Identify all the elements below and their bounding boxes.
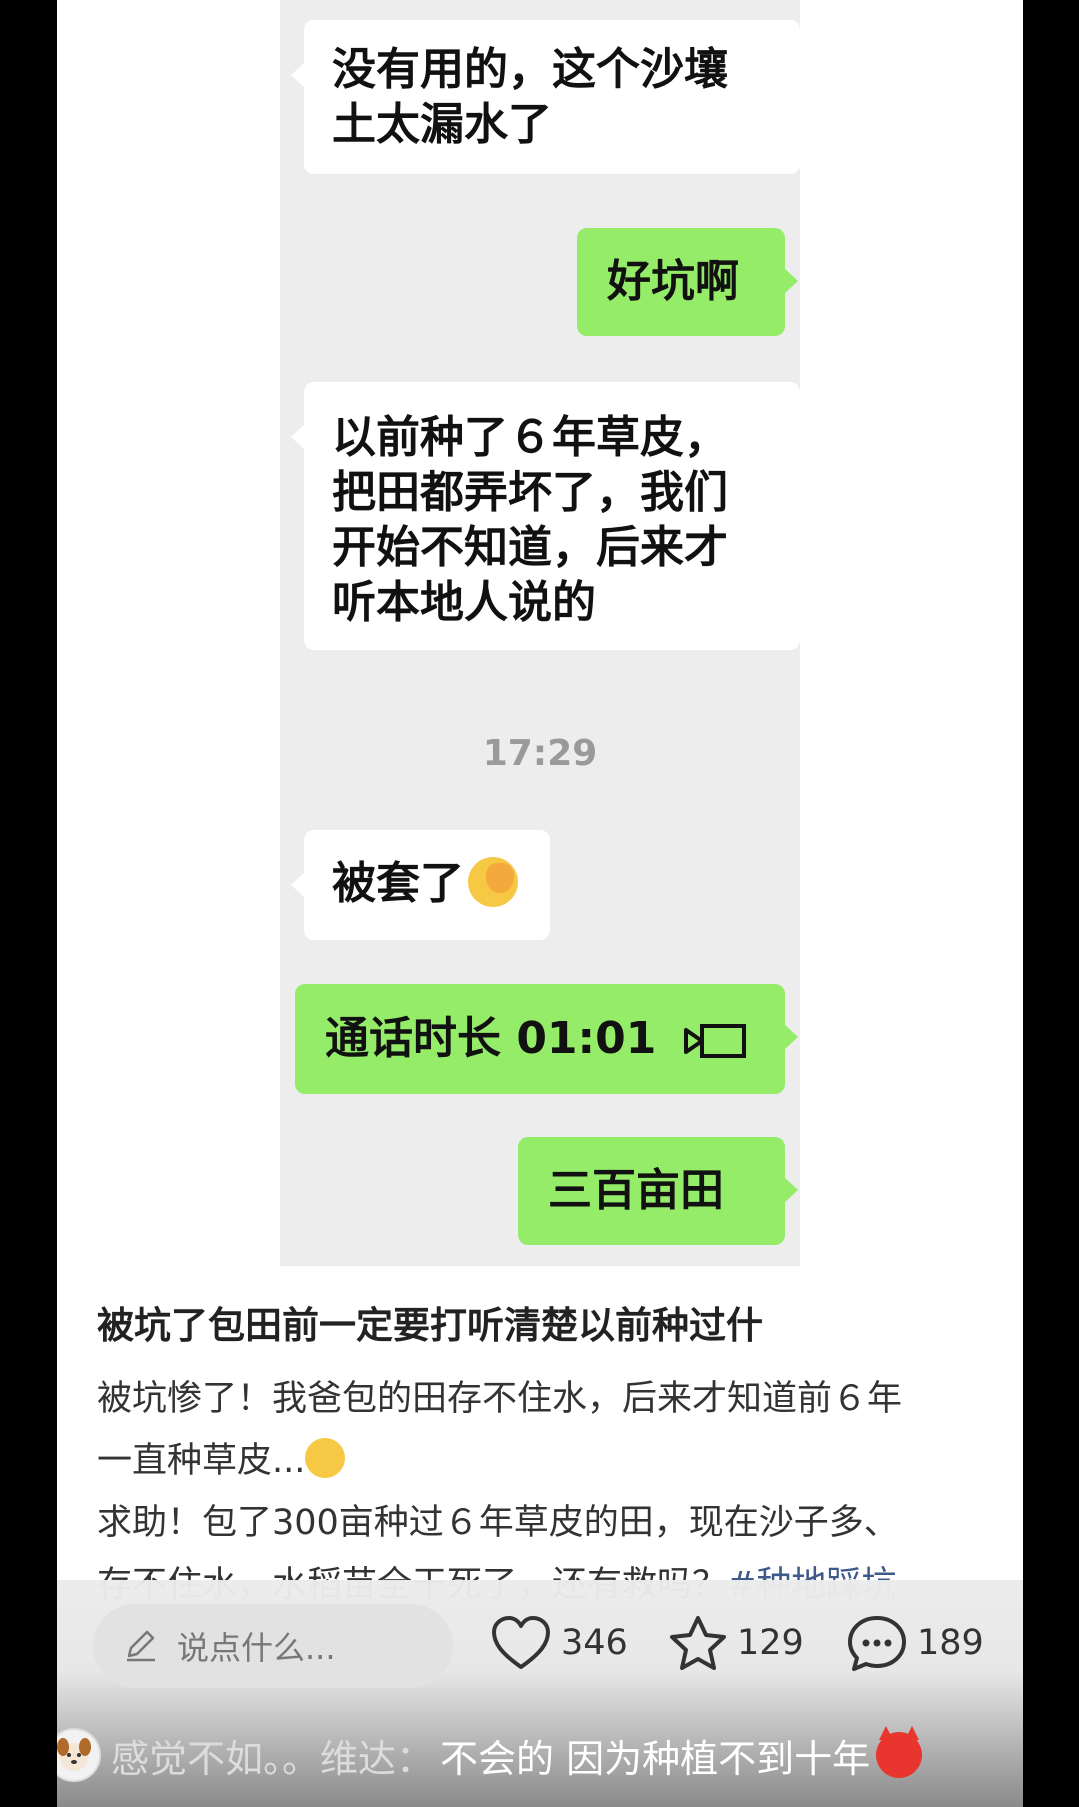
post-body-line: 一直种草皮... xyxy=(97,1441,306,1481)
face-with-hand-over-eyes-icon xyxy=(468,857,518,907)
comment-placeholder: 说点什么... xyxy=(177,1629,336,1667)
like-count: 346 xyxy=(561,1623,628,1663)
message-text: 好坑啊 xyxy=(607,256,739,307)
crying-face-icon xyxy=(305,1438,346,1478)
message-text: 被套了 xyxy=(332,858,464,909)
video-call-icon xyxy=(684,1018,748,1058)
comment-button[interactable]: 189 xyxy=(847,1608,984,1678)
dog-avatar-icon xyxy=(57,1738,91,1771)
post-body-line: 求助！包了300亩种过６年草皮的田，现在沙子多、 xyxy=(97,1503,899,1543)
favorite-count: 129 xyxy=(737,1623,804,1663)
message-text-line: 没有用的，这个沙壤 xyxy=(332,44,728,95)
chat-message-left: 被套了 xyxy=(291,830,550,940)
comment-count: 189 xyxy=(917,1623,984,1663)
like-button[interactable]: 346 xyxy=(491,1608,628,1678)
message-text: 通话时长 01:01 xyxy=(325,1013,657,1064)
message-text-line: 以前种了６年草皮， xyxy=(332,412,728,463)
chat-screenshot: 没有用的，这个沙壤 土太漏水了 好坑啊 以前种了６年草皮， 把田都弄坏了，我们 … xyxy=(280,0,800,1266)
message-text-line: 开始不知道，后来才 xyxy=(332,522,728,573)
chat-timestamp: 17:29 xyxy=(482,733,598,774)
danmaku-username: 感觉不如。。维达： xyxy=(111,1736,435,1781)
message-text: 三百亩田 xyxy=(548,1165,724,1216)
angry-devil-icon xyxy=(876,1726,923,1778)
chat-message-right: 好坑啊 xyxy=(577,228,798,336)
post-title: 被坑了包田前一定要打听清楚以前种过什 xyxy=(97,1304,763,1347)
favorite-button[interactable]: 129 xyxy=(669,1608,804,1678)
heart-icon xyxy=(492,1616,550,1669)
avatar xyxy=(57,1728,101,1782)
chat-bubble-icon xyxy=(848,1616,906,1671)
message-text-line: 土太漏水了 xyxy=(332,99,552,150)
message-text-line: 把田都弄坏了，我们 xyxy=(332,467,728,518)
bottom-action-bar: 说点什么... 346 129 189 感觉不如。。维达： 不会的 因为种植不到… xyxy=(57,1580,1023,1807)
post-body: 被坑惨了！我爸包的田存不住水，后来才知道前６年 一直种草皮... 求助！包了30… xyxy=(97,1368,997,1616)
post-body-line: 被坑惨了！我爸包的田存不住水，后来才知道前６年 xyxy=(97,1379,903,1419)
chat-message-left: 没有用的，这个沙壤 土太漏水了 xyxy=(291,20,800,174)
app-screen: 没有用的，这个沙壤 土太漏水了 好坑啊 以前种了６年草皮， 把田都弄坏了，我们 … xyxy=(57,0,1023,1807)
danmaku-text: 不会的 因为种植不到十年 xyxy=(440,1736,871,1781)
message-text-line: 听本地人说的 xyxy=(332,577,596,628)
call-duration-message[interactable]: 通话时长 01:01 xyxy=(295,984,798,1094)
chat-message-right: 三百亩田 xyxy=(518,1137,798,1245)
pen-icon xyxy=(127,1630,155,1662)
comment-input[interactable]: 说点什么... xyxy=(93,1604,453,1688)
chat-message-left: 以前种了６年草皮， 把田都弄坏了，我们 开始不知道，后来才 听本地人说的 xyxy=(291,382,800,650)
danmaku-comment: 感觉不如。。维达： 不会的 因为种植不到十年 xyxy=(57,1720,923,1790)
star-icon xyxy=(670,1616,726,1670)
